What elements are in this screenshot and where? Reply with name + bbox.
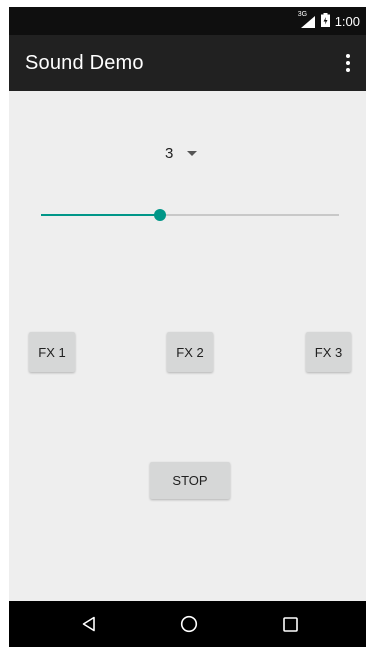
signal-icon: 3G — [298, 11, 316, 28]
dropdown-arrow-icon — [187, 150, 198, 156]
fx2-button[interactable]: FX 2 — [167, 332, 213, 372]
navigation-bar — [9, 601, 366, 647]
phone-screen: 3G 1:00 Sound Demo 3 FX 1 FX 2 FX 3 STOP — [9, 7, 366, 647]
back-icon[interactable] — [66, 601, 112, 647]
app-bar: Sound Demo — [9, 35, 366, 91]
slider-progress — [41, 214, 161, 216]
battery-icon — [320, 12, 330, 30]
stop-button[interactable]: STOP — [150, 462, 230, 499]
spinner-selected-value: 3 — [165, 144, 174, 162]
home-icon[interactable] — [166, 601, 212, 647]
recents-icon[interactable] — [267, 601, 313, 647]
status-time: 1:00 — [334, 13, 360, 29]
sound-spinner[interactable]: 3 — [165, 141, 198, 165]
app-title: Sound Demo — [25, 52, 144, 74]
volume-slider[interactable] — [41, 205, 339, 225]
status-icons: 3G 1:00 — [298, 7, 360, 35]
fx3-button[interactable]: FX 3 — [306, 332, 351, 372]
main-content: 3 FX 1 FX 2 FX 3 STOP — [9, 91, 366, 601]
slider-thumb[interactable] — [154, 209, 167, 221]
fx1-button[interactable]: FX 1 — [29, 332, 75, 372]
overflow-menu-icon[interactable] — [340, 51, 356, 75]
status-bar: 3G 1:00 — [9, 7, 366, 35]
